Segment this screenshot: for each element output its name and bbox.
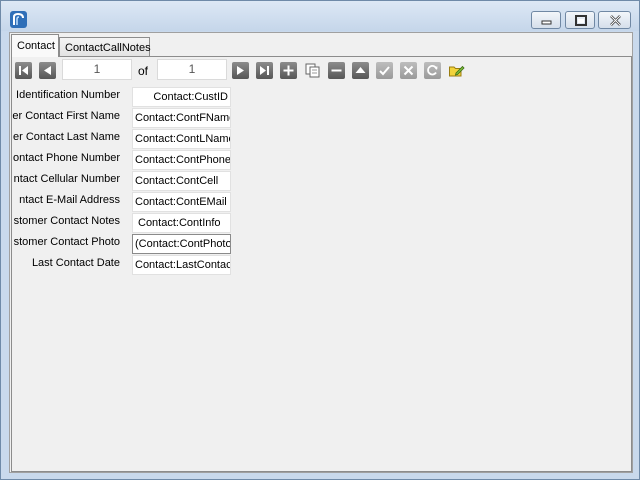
last-record-icon bbox=[260, 66, 269, 75]
app-logo-icon[interactable] bbox=[10, 11, 27, 28]
last-contact-date-field[interactable]: Contact:LastContac bbox=[132, 255, 231, 275]
delete-record-button[interactable] bbox=[328, 62, 345, 79]
cancel-edit-button[interactable] bbox=[400, 62, 417, 79]
tab-contact-call-notes[interactable]: ContactCallNotes bbox=[59, 37, 151, 57]
refresh-icon bbox=[427, 65, 438, 76]
field-label-contact-first-name: er Contact First Name bbox=[12, 110, 120, 122]
edit-folder-icon bbox=[449, 65, 465, 77]
customer-contact-photo-field[interactable]: (Contact:ContPhoto) bbox=[132, 234, 231, 254]
client-area: Contact ContactCallNotes 1 of 1 Identifi… bbox=[9, 32, 633, 473]
field-label-identification-number: Identification Number bbox=[16, 89, 120, 101]
minimize-button[interactable] bbox=[531, 11, 561, 29]
cancel-edit-icon bbox=[403, 65, 414, 76]
minimize-icon bbox=[541, 20, 552, 25]
customer-contact-notes-field[interactable]: Contact:ContInfo bbox=[132, 213, 231, 233]
title-bar[interactable] bbox=[1, 1, 639, 31]
application-window: Contact ContactCallNotes 1 of 1 Identifi… bbox=[0, 0, 640, 480]
add-record-icon bbox=[283, 65, 294, 76]
identification-number-field[interactable]: Contact:CustID bbox=[132, 87, 231, 107]
maximize-button[interactable] bbox=[565, 11, 595, 29]
contact-first-name-field[interactable]: Contact:ContFName bbox=[132, 108, 231, 128]
field-label-customer-contact-photo: stomer Contact Photo bbox=[13, 236, 120, 248]
previous-record-button[interactable] bbox=[39, 62, 56, 79]
contact-phone-number-field[interactable]: Contact:ContPhone bbox=[132, 150, 231, 170]
contact-cellular-number-field[interactable]: Contact:ContCell bbox=[132, 171, 231, 191]
first-record-icon bbox=[19, 66, 28, 75]
of-label: of bbox=[138, 64, 149, 78]
copy-record-icon bbox=[305, 63, 320, 78]
contact-email-address-field[interactable]: Contact:ContEMail bbox=[132, 192, 231, 212]
scroll-up-button[interactable] bbox=[352, 62, 369, 79]
last-record-button[interactable] bbox=[256, 62, 273, 79]
next-record-icon bbox=[237, 66, 244, 75]
field-label-last-contact-date: Last Contact Date bbox=[31, 257, 120, 269]
post-check-icon bbox=[379, 66, 390, 76]
field-label-contact-phone-number: ontact Phone Number bbox=[12, 152, 120, 164]
close-icon bbox=[610, 15, 621, 26]
tab-contact[interactable]: Contact bbox=[11, 34, 59, 57]
copy-record-button[interactable] bbox=[304, 62, 321, 79]
current-record-field[interactable]: 1 bbox=[62, 59, 132, 80]
refresh-button[interactable] bbox=[424, 62, 441, 79]
post-button[interactable] bbox=[376, 62, 393, 79]
contact-form-panel: 1 of 1 Identification Number Contact:Cus… bbox=[11, 56, 632, 472]
field-label-contact-email-address: ntact E-Mail Address bbox=[19, 194, 120, 206]
close-button[interactable] bbox=[598, 11, 631, 29]
field-label-customer-contact-notes: stomer Contact Notes bbox=[13, 215, 120, 227]
contact-last-name-field[interactable]: Contact:ContLName bbox=[132, 129, 231, 149]
first-record-button[interactable] bbox=[15, 62, 32, 79]
total-records-field: 1 bbox=[157, 59, 227, 80]
scroll-up-icon bbox=[355, 67, 366, 73]
maximize-icon bbox=[575, 15, 587, 26]
delete-record-icon bbox=[331, 69, 342, 72]
edit-folder-button[interactable] bbox=[448, 62, 465, 79]
field-label-contact-cellular-number: ntact Cellular Number bbox=[13, 173, 120, 185]
add-record-button[interactable] bbox=[280, 62, 297, 79]
next-record-button[interactable] bbox=[232, 62, 249, 79]
previous-record-icon bbox=[44, 66, 51, 75]
field-label-contact-last-name: er Contact Last Name bbox=[13, 131, 120, 143]
